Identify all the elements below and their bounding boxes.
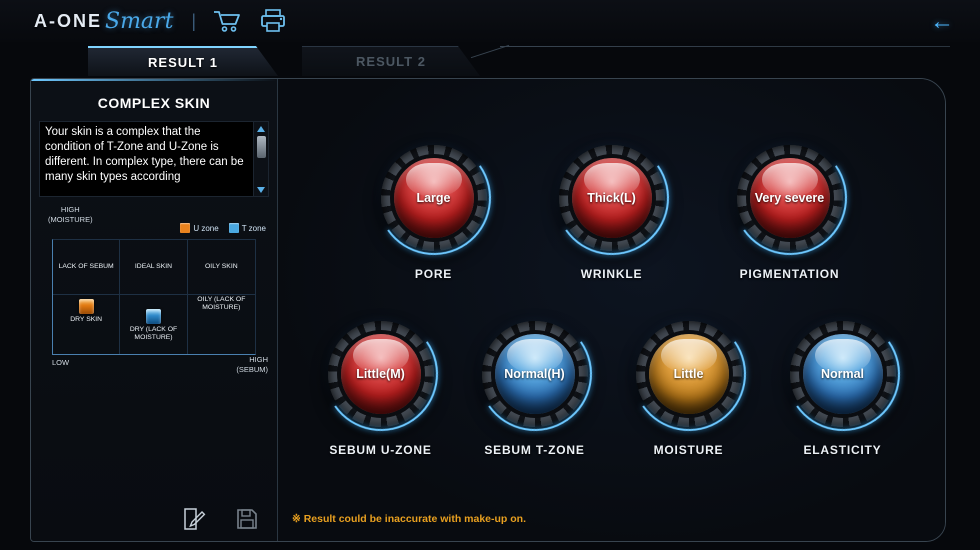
tab-bar: RESULT 1 RESULT 2 [0, 46, 980, 76]
top-decor-line [500, 46, 950, 47]
pore-knob[interactable]: Large [381, 145, 487, 251]
results-panel: COMPLEX SKIN Your skin is a complex that… [30, 78, 946, 542]
cell-dry-skin: DRY SKIN [53, 295, 120, 354]
cart-icon[interactable] [212, 8, 242, 34]
sebum-u-zone-knob[interactable]: Little(M) [328, 321, 434, 427]
save-icon[interactable] [235, 507, 261, 531]
cell-dry-lack-moisture: DRY (LACK OF MOISTURE) [120, 295, 187, 354]
sebum-u-zone-label: SEBUM U-ZONE [329, 443, 431, 457]
gauge-moisture: Little MOISTURE [635, 321, 743, 457]
scroll-up-button[interactable] [254, 122, 269, 135]
skin-type-sidebar: COMPLEX SKIN Your skin is a complex that… [31, 79, 278, 541]
skin-description-box: Your skin is a complex that the conditio… [39, 121, 269, 197]
u-zone-marker [79, 299, 94, 314]
back-arrow-icon[interactable]: ← [930, 8, 954, 36]
sebum-u-zone-value: Little(M) [356, 367, 405, 381]
edit-record-icon[interactable] [181, 507, 207, 531]
cell-oily-skin: OILY SKIN [188, 240, 255, 295]
axis-label-high-sebum: HIGH (SEBUM) [236, 355, 268, 375]
skin-type-grid: LACK OF SEBUM IDEAL SKIN OILY SKIN DRY S… [52, 239, 256, 355]
header: A-ONE Smart | ← [0, 0, 980, 42]
gauge-pore: Large PORE [380, 145, 488, 281]
skin-type-title: COMPLEX SKIN [98, 95, 211, 111]
top-decor-slant [471, 45, 509, 58]
sebum-t-zone-label: SEBUM T-ZONE [484, 443, 584, 457]
pore-value: Large [416, 191, 450, 205]
cell-lack-of-sebum: LACK OF SEBUM [53, 240, 120, 295]
u-zone-swatch [180, 223, 190, 233]
gauge-sebum-u-zone: Little(M) SEBUM U-ZONE [327, 321, 435, 457]
sebum-t-zone-knob[interactable]: Normal(H) [482, 321, 588, 427]
tab-result-1-label: RESULT 1 [148, 55, 218, 70]
gauge-pigmentation: Very severe PIGMENTATION [736, 145, 844, 281]
elasticity-knob[interactable]: Normal [790, 321, 896, 427]
elasticity-label: ELASTICITY [803, 443, 881, 457]
tab-result-2[interactable]: RESULT 2 [302, 46, 480, 76]
scroll-track[interactable] [254, 135, 268, 183]
brand-logo-script: Smart [105, 9, 173, 34]
axis-label-low: LOW [52, 358, 69, 367]
gauge-elasticity: Normal ELASTICITY [789, 321, 897, 457]
description-scrollbar[interactable] [253, 122, 268, 196]
legend-u-zone: U zone [180, 223, 218, 233]
sebum-t-zone-value: Normal(H) [504, 367, 564, 381]
scroll-thumb[interactable] [257, 136, 266, 158]
pore-label: PORE [415, 267, 452, 281]
wrinkle-value: Thick(L) [587, 191, 636, 205]
cell-ideal-skin: IDEAL SKIN [120, 240, 187, 295]
moisture-label: MOISTURE [654, 443, 724, 457]
scroll-down-button[interactable] [254, 183, 269, 196]
pigmentation-label: PIGMENTATION [740, 267, 840, 281]
header-divider: | [191, 11, 196, 32]
gauge-sebum-t-zone: Normal(H) SEBUM T-ZONE [481, 321, 589, 457]
tab-result-2-label: RESULT 2 [356, 54, 426, 69]
tab-result-1[interactable]: RESULT 1 [88, 46, 278, 76]
gauge-area: Large PORE Thick(L) WRINKLE Very severe … [278, 79, 945, 541]
t-zone-marker [146, 309, 161, 324]
wrinkle-knob[interactable]: Thick(L) [559, 145, 665, 251]
legend-t-zone: T zone [229, 223, 266, 233]
skin-description-text: Your skin is a complex that the conditio… [40, 122, 253, 196]
gauge-row-2: Little(M) SEBUM U-ZONE Normal(H) SEBUM T… [278, 321, 945, 457]
pigmentation-value: Very severe [755, 191, 825, 205]
makeup-warning-note: ※ Result could be inaccurate with make-u… [292, 513, 526, 525]
elasticity-value: Normal [821, 367, 864, 381]
gauge-wrinkle: Thick(L) WRINKLE [558, 145, 666, 281]
scroll-up-icon [257, 126, 265, 132]
wrinkle-label: WRINKLE [581, 267, 643, 281]
pigmentation-knob[interactable]: Very severe [737, 145, 843, 251]
axis-label-high-moisture: HIGH (MOISTURE) [48, 205, 93, 225]
cell-oily-lack-moisture: OILY (LACK OF MOISTURE) [188, 295, 255, 354]
brand-logo: A-ONE [34, 11, 102, 32]
skin-type-chart: HIGH (MOISTURE) U zone T zone LACK OF SE… [38, 203, 270, 381]
gauge-row-1: Large PORE Thick(L) WRINKLE Very severe … [278, 145, 945, 281]
printer-icon[interactable] [258, 8, 288, 34]
scroll-down-icon [257, 187, 265, 193]
moisture-knob[interactable]: Little [636, 321, 742, 427]
sidebar-toolbar [181, 507, 261, 531]
t-zone-swatch [229, 223, 239, 233]
moisture-value: Little [674, 367, 704, 381]
chart-legend: U zone T zone [180, 223, 266, 233]
